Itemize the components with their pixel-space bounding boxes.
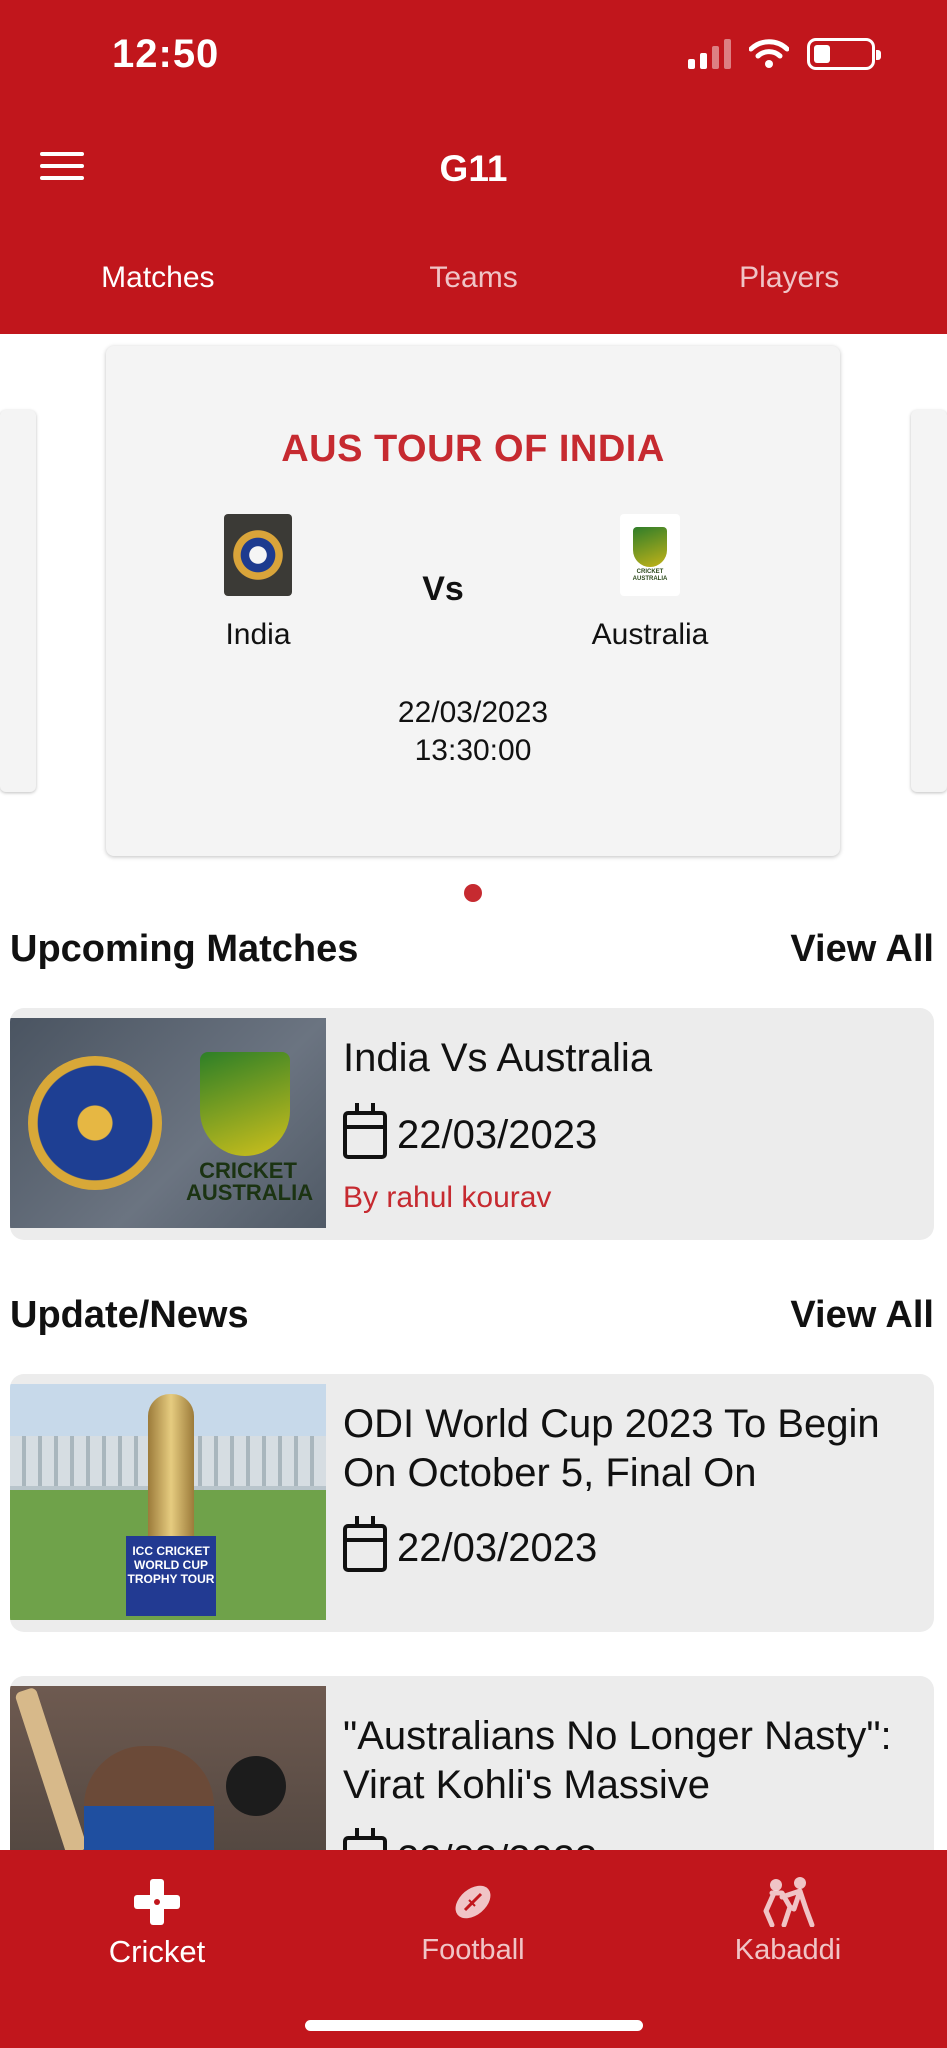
nav-cricket[interactable]: Cricket bbox=[57, 1874, 257, 1970]
app-title: G11 bbox=[439, 148, 508, 189]
battery-icon bbox=[807, 38, 881, 70]
tab-teams[interactable]: Teams bbox=[316, 250, 632, 310]
nav-cricket-label: Cricket bbox=[108, 1934, 206, 1969]
cellular-signal-icon bbox=[688, 39, 731, 69]
nav-football-label: Football bbox=[421, 1934, 525, 1966]
nav-kabaddi[interactable]: Kabaddi bbox=[688, 1874, 888, 1967]
nav-football[interactable]: Football bbox=[373, 1874, 573, 1967]
previous-match-card[interactable] bbox=[0, 410, 36, 792]
next-match-card[interactable] bbox=[911, 410, 947, 792]
upcoming-section-header: Upcoming Matches View All bbox=[10, 928, 934, 971]
match-datetime: 22/03/2023 13:30:00 bbox=[106, 694, 840, 770]
upcoming-match-date: 22/03/2023 bbox=[397, 1112, 598, 1157]
wifi-icon bbox=[749, 39, 789, 68]
news-section-header: Update/News View All bbox=[10, 1294, 934, 1337]
top-tabs: Matches Teams Players bbox=[0, 250, 947, 310]
nav-kabaddi-label: Kabaddi bbox=[734, 1934, 842, 1966]
tab-matches[interactable]: Matches bbox=[0, 250, 316, 310]
app-header: 12:50 G11 Matches Teams Players bbox=[0, 0, 947, 334]
news-date: 22/03/2023 bbox=[397, 1525, 598, 1570]
cricket-icon bbox=[134, 1879, 180, 1925]
news-title: "Australians No Longer Nasty": Virat Koh… bbox=[343, 1714, 892, 1807]
news-item-body: ODI World Cup 2023 To Begin On October 5… bbox=[343, 1400, 918, 1572]
australia-logo-text: CRICKET AUSTRALIA bbox=[632, 569, 668, 582]
trophy-plinth: ICC CRICKET WORLD CUP TROPHY TOUR bbox=[126, 1536, 216, 1616]
bcci-seal-icon bbox=[28, 1056, 162, 1190]
match-time: 13:30:00 bbox=[414, 734, 532, 767]
featured-match-card[interactable]: AUS TOUR OF INDIA India Vs CRICKET AUSTR… bbox=[106, 346, 840, 856]
home-indicator[interactable] bbox=[305, 2020, 643, 2031]
upcoming-match-author: By rahul kourav bbox=[343, 1181, 552, 1214]
team-b-name: Australia bbox=[591, 618, 709, 651]
news-date-row: 22/03/2023 bbox=[343, 1516, 918, 1572]
carousel-indicator-dot[interactable] bbox=[464, 884, 482, 902]
status-icons bbox=[688, 38, 881, 70]
helmet-icon bbox=[226, 1756, 286, 1816]
news-view-all-link[interactable]: View All bbox=[790, 1294, 934, 1337]
match-date: 22/03/2023 bbox=[397, 696, 549, 729]
upcoming-match-date-row: 22/03/2023 bbox=[343, 1103, 918, 1159]
upcoming-view-all-link[interactable]: View All bbox=[790, 928, 934, 971]
upcoming-match-item[interactable]: CRICKET AUSTRALIA India Vs Australia 22/… bbox=[10, 1008, 934, 1240]
upcoming-heading: Upcoming Matches bbox=[10, 928, 359, 970]
upcoming-match-body: India Vs Australia 22/03/2023 By rahul k… bbox=[343, 1034, 918, 1215]
team-a-name: India bbox=[225, 618, 291, 651]
calendar-icon bbox=[343, 1103, 387, 1159]
tab-players[interactable]: Players bbox=[631, 250, 947, 310]
thumbnail-logo-text: CRICKET AUSTRALIA bbox=[186, 1158, 314, 1205]
kabaddi-icon bbox=[763, 1877, 815, 1927]
bottom-navigation: Cricket Football Kabaddi bbox=[0, 1850, 947, 2048]
cricket-bat bbox=[14, 1686, 88, 1856]
upcoming-match-title: India Vs Australia bbox=[343, 1036, 653, 1080]
match-thumbnail: CRICKET AUSTRALIA bbox=[10, 1018, 326, 1228]
news-heading: Update/News bbox=[10, 1294, 249, 1336]
news-item[interactable]: ICC CRICKET WORLD CUP TROPHY TOUR ODI Wo… bbox=[10, 1374, 934, 1632]
series-title: AUS TOUR OF INDIA bbox=[281, 428, 665, 470]
cricket-australia-shield-icon bbox=[200, 1052, 290, 1156]
news-thumbnail-world-cup: ICC CRICKET WORLD CUP TROPHY TOUR bbox=[10, 1384, 326, 1620]
trophy-icon bbox=[148, 1394, 194, 1542]
status-time: 12:50 bbox=[112, 32, 220, 76]
australia-logo-icon: CRICKET AUSTRALIA bbox=[620, 514, 680, 596]
calendar-icon bbox=[343, 1516, 387, 1572]
team-b: CRICKET AUSTRALIA Australia bbox=[540, 514, 760, 652]
football-icon bbox=[455, 1885, 491, 1919]
news-title: ODI World Cup 2023 To Begin On October 5… bbox=[343, 1402, 880, 1495]
